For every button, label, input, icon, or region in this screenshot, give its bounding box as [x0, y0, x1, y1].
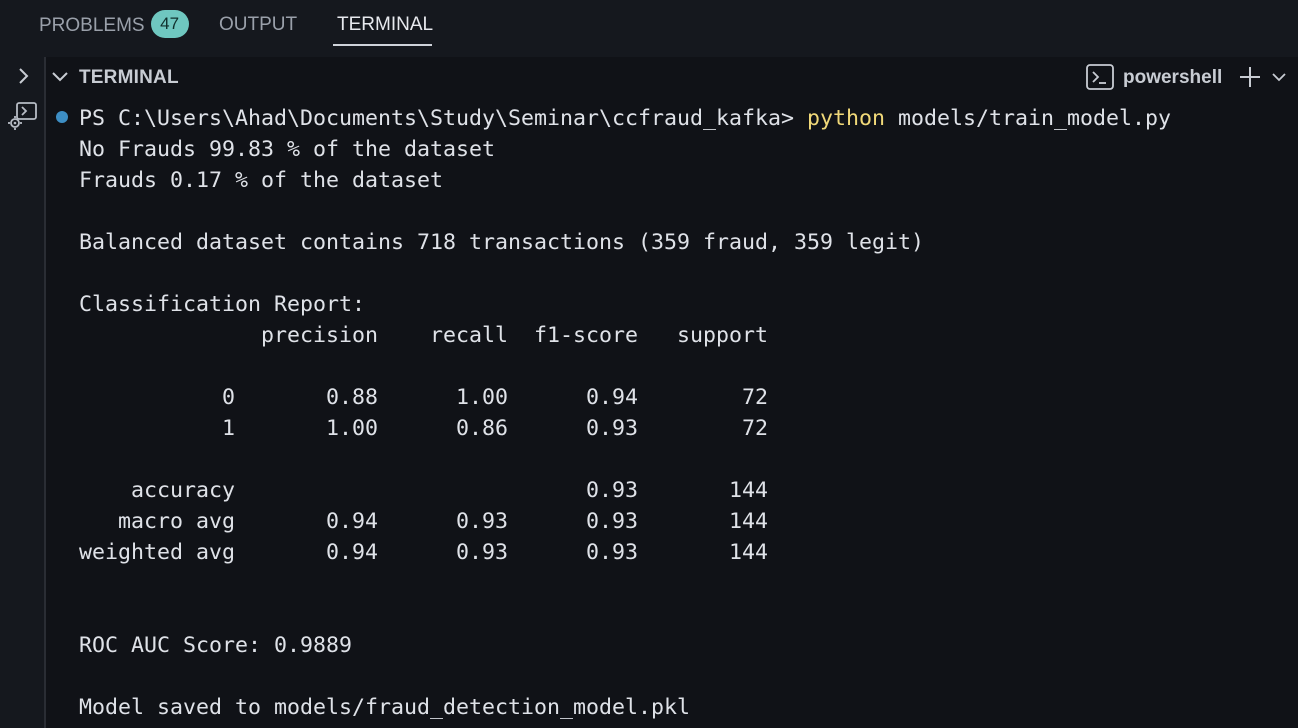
output-line: accuracy 0.93 144 — [79, 478, 769, 503]
terminal-text: PS C:\Users\Ahad\Documents\Study\Seminar… — [79, 103, 1171, 723]
command-line: PS C:\Users\Ahad\Documents\Study\Seminar… — [79, 103, 1171, 134]
tab-terminal-label: TERMINAL — [337, 14, 434, 35]
terminal-section-title[interactable]: TERMINAL — [79, 67, 179, 89]
command-name: python — [807, 106, 886, 131]
tab-problems[interactable]: PROBLEMS 47 — [39, 10, 189, 44]
tab-output[interactable]: OUTPUT — [219, 14, 297, 44]
output-line: weighted avg 0.94 0.93 0.93 144 — [79, 540, 769, 565]
output-line: Model saved to models/fraud_detection_mo… — [79, 695, 691, 720]
output-line: precision recall f1-score support — [79, 323, 769, 348]
active-tab-indicator — [333, 44, 432, 46]
command-status-dot — [56, 111, 68, 123]
plus-icon[interactable] — [1238, 65, 1262, 89]
panel-tab-bar: PROBLEMS 47 OUTPUT TERMINAL — [0, 0, 1298, 57]
output-line: macro avg 0.94 0.93 0.93 144 — [79, 509, 769, 534]
output-line: 1 1.00 0.86 0.93 72 — [79, 416, 769, 441]
output-line: Frauds 0.17 % of the dataset — [79, 168, 444, 193]
tab-problems-label: PROBLEMS — [39, 15, 145, 37]
tab-output-label: OUTPUT — [219, 14, 298, 35]
output-line: 0 0.88 1.00 0.94 72 — [79, 385, 769, 410]
output-line: No Frauds 99.83 % of the dataset — [79, 137, 496, 162]
tab-terminal[interactable]: TERMINAL — [337, 14, 433, 44]
terminal-debug-icon[interactable] — [8, 101, 38, 131]
chevron-right-icon[interactable] — [13, 66, 33, 86]
terminal-output-area[interactable]: PS C:\Users\Ahad\Documents\Study\Seminar… — [46, 100, 1298, 728]
terminal-header: TERMINAL powershell — [46, 57, 1298, 97]
output-line: ROC AUC Score: 0.9889 — [79, 633, 353, 658]
chevron-down-icon[interactable] — [1271, 70, 1287, 84]
output-line: Classification Report: — [79, 292, 366, 317]
terminal-sidebar — [0, 57, 44, 728]
chevron-down-icon[interactable] — [51, 69, 69, 85]
output-line: Balanced dataset contains 718 transactio… — [79, 230, 925, 255]
shell-prompt: PS C:\Users\Ahad\Documents\Study\Seminar… — [79, 106, 808, 131]
vscode-panel: PROBLEMS 47 OUTPUT TERMINAL TERMINAL pow… — [0, 0, 1298, 728]
command-args: models/train_model.py — [885, 106, 1172, 131]
problems-count-badge: 47 — [150, 10, 189, 38]
terminal-shell-icon[interactable] — [1086, 64, 1114, 90]
shell-name[interactable]: powershell — [1123, 67, 1222, 89]
